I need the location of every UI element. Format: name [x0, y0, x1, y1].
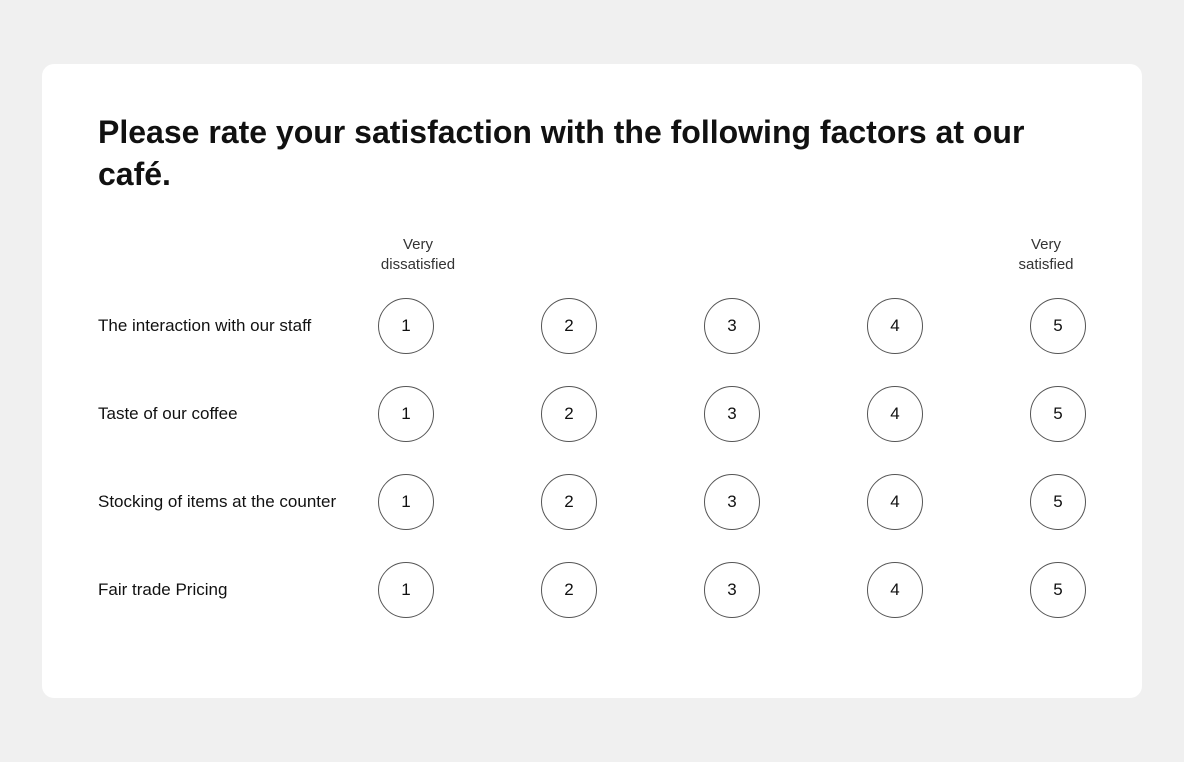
rating-circle-coffee-taste-1[interactable]: 1 [378, 386, 434, 442]
rating-circle-fair-trade-2[interactable]: 2 [541, 562, 597, 618]
rating-circle-coffee-taste-4[interactable]: 4 [867, 386, 923, 442]
rating-circle-staff-interaction-4[interactable]: 4 [867, 298, 923, 354]
rating-circle-staff-interaction-1[interactable]: 1 [378, 298, 434, 354]
rating-circle-fair-trade-5[interactable]: 5 [1030, 562, 1086, 618]
rating-circle-stocking-items-5[interactable]: 5 [1030, 474, 1086, 530]
rating-circle-coffee-taste-2[interactable]: 2 [541, 386, 597, 442]
survey-row-stocking-items: Stocking of items at the counter1 2 3 4 5 [98, 474, 1086, 530]
survey-card: Please rate your satisfaction with the f… [42, 64, 1142, 698]
rating-circle-stocking-items-3[interactable]: 3 [704, 474, 760, 530]
row-label-fair-trade: Fair trade Pricing [98, 578, 378, 602]
survey-row-fair-trade: Fair trade Pricing1 2 3 4 5 [98, 562, 1086, 618]
rating-circle-staff-interaction-3[interactable]: 3 [704, 298, 760, 354]
rating-circle-stocking-items-1[interactable]: 1 [378, 474, 434, 530]
page-title: Please rate your satisfaction with the f… [98, 112, 1086, 195]
rating-circle-staff-interaction-2[interactable]: 2 [541, 298, 597, 354]
header-very-dissatisfied: Very dissatisfied [378, 235, 458, 274]
rating-circle-coffee-taste-3[interactable]: 3 [704, 386, 760, 442]
row-label-stocking-items: Stocking of items at the counter [98, 490, 378, 514]
rating-circle-fair-trade-3[interactable]: 3 [704, 562, 760, 618]
rating-options-fair-trade: 1 2 3 4 5 [378, 562, 1086, 618]
survey-table: Very dissatisfied Very satisfied The int… [98, 235, 1086, 618]
header-row: Very dissatisfied Very satisfied [98, 235, 1086, 274]
rating-circle-stocking-items-2[interactable]: 2 [541, 474, 597, 530]
rating-circle-staff-interaction-5[interactable]: 5 [1030, 298, 1086, 354]
survey-row-coffee-taste: Taste of our coffee1 2 3 4 5 [98, 386, 1086, 442]
header-rating-cols: Very dissatisfied Very satisfied [378, 235, 1086, 274]
row-label-coffee-taste: Taste of our coffee [98, 402, 378, 426]
survey-rows: The interaction with our staff12345Taste… [98, 298, 1086, 618]
rating-circle-coffee-taste-5[interactable]: 5 [1030, 386, 1086, 442]
survey-row-staff-interaction: The interaction with our staff1 2 3 4 5 [98, 298, 1086, 354]
rating-options-stocking-items: 1 2 3 4 5 [378, 474, 1086, 530]
rating-circle-fair-trade-4[interactable]: 4 [867, 562, 923, 618]
rating-circle-fair-trade-1[interactable]: 1 [378, 562, 434, 618]
rating-options-coffee-taste: 1 2 3 4 5 [378, 386, 1086, 442]
row-label-staff-interaction: The interaction with our staff [98, 314, 378, 338]
header-very-satisfied: Very satisfied [1006, 235, 1086, 274]
rating-options-staff-interaction: 1 2 3 4 5 [378, 298, 1086, 354]
rating-circle-stocking-items-4[interactable]: 4 [867, 474, 923, 530]
